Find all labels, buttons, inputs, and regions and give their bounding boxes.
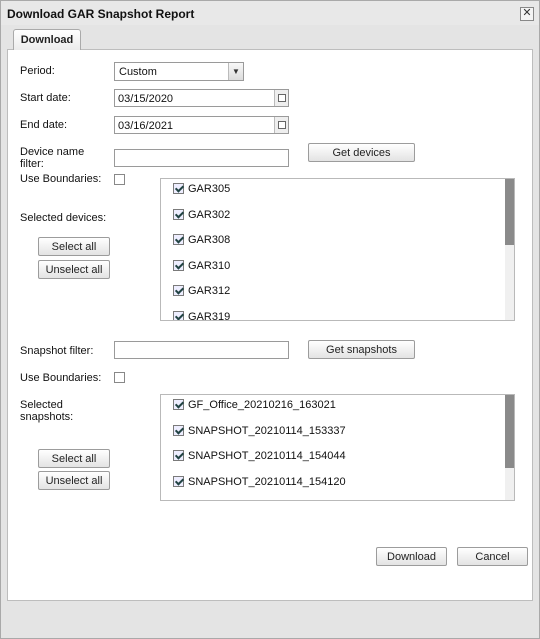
dialog-title: Download GAR Snapshot Report: [7, 7, 195, 21]
scrollbar-thumb[interactable]: [505, 395, 514, 468]
checkbox-checked-icon[interactable]: [173, 425, 184, 436]
start-date-field[interactable]: 03/15/2020: [114, 89, 289, 107]
end-date-field[interactable]: 03/16/2021: [114, 116, 289, 134]
calendar-icon[interactable]: [274, 117, 288, 133]
use-boundaries-devices-checkbox[interactable]: [114, 174, 125, 185]
devices-list[interactable]: GAR305 GAR302 GAR308 GAR310 GAR312 GAR31…: [160, 178, 515, 321]
select-all-devices-button[interactable]: Select all: [38, 237, 110, 256]
close-icon[interactable]: ✕: [520, 7, 534, 21]
selected-devices-label: Selected devices:: [20, 212, 107, 224]
use-boundaries-snapshots-checkbox[interactable]: [114, 372, 125, 383]
checkbox-checked-icon[interactable]: [173, 234, 184, 245]
checkbox-checked-icon[interactable]: [173, 399, 184, 410]
end-date-label: End date:: [20, 119, 68, 131]
get-devices-button[interactable]: Get devices: [308, 143, 415, 162]
snapshot-filter-input[interactable]: [114, 341, 289, 359]
devices-scrollbar[interactable]: [505, 179, 514, 320]
checkbox-checked-icon[interactable]: [173, 450, 184, 461]
checkbox-checked-icon[interactable]: [173, 209, 184, 220]
checkbox-checked-icon[interactable]: [173, 260, 184, 271]
chevron-down-icon[interactable]: ▼: [228, 63, 243, 80]
start-date-value: 03/15/2020: [118, 93, 174, 105]
snapshots-scrollbar[interactable]: [505, 395, 514, 500]
snapshots-list[interactable]: GF_Office_20210216_163021 SNAPSHOT_20210…: [160, 394, 515, 501]
period-value: Custom: [119, 66, 157, 78]
get-snapshots-button[interactable]: Get snapshots: [308, 340, 415, 359]
unselect-all-snapshots-button[interactable]: Unselect all: [38, 471, 110, 490]
unselect-all-devices-button[interactable]: Unselect all: [38, 260, 110, 279]
period-select[interactable]: Custom ▼: [114, 62, 244, 81]
use-boundaries-devices-label: Use Boundaries:: [20, 173, 102, 185]
tab-download[interactable]: Download: [13, 29, 81, 50]
selected-snapshots-label-line2: snapshots:: [20, 411, 74, 423]
checkbox-checked-icon[interactable]: [173, 476, 184, 487]
checkbox-checked-icon[interactable]: [173, 285, 184, 296]
cancel-button[interactable]: Cancel: [457, 547, 528, 566]
checkbox-checked-icon[interactable]: [173, 311, 184, 320]
end-date-value: 03/16/2021: [118, 120, 174, 132]
calendar-icon[interactable]: [274, 90, 288, 106]
title-bar[interactable]: Download GAR Snapshot Report ✕: [1, 1, 539, 25]
dialog-footer: [1, 601, 539, 638]
snapshot-filter-label: Snapshot filter:: [20, 345, 94, 357]
scrollbar-thumb[interactable]: [505, 179, 514, 245]
dialog-window: Download GAR Snapshot Report ✕ Download …: [0, 0, 540, 639]
device-filter-input[interactable]: [114, 149, 289, 167]
device-filter-label-line2: filter:: [20, 158, 44, 170]
select-all-snapshots-button[interactable]: Select all: [38, 449, 110, 468]
download-button[interactable]: Download: [376, 547, 447, 566]
period-label: Period:: [20, 65, 55, 77]
start-date-label: Start date:: [20, 92, 71, 104]
use-boundaries-snapshots-label: Use Boundaries:: [20, 372, 102, 384]
checkbox-checked-icon[interactable]: [173, 183, 184, 194]
